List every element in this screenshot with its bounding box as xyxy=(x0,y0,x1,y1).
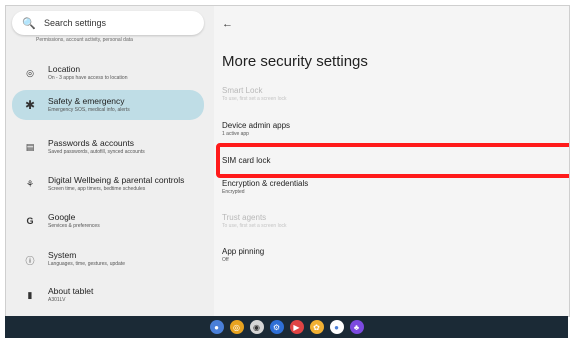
location-icon: ◎ xyxy=(26,68,34,78)
google-icon: G xyxy=(26,216,34,226)
sidebar-item-subtitle: Languages, time, gestures, update xyxy=(48,261,125,267)
play-store-icon[interactable]: ▶ xyxy=(289,320,304,334)
games-icon[interactable]: ♣ xyxy=(349,320,364,334)
setting-smart-lock[interactable]: Smart Lock To use, first set a screen lo… xyxy=(222,86,286,103)
setting-subtitle: To use, first set a screen lock xyxy=(222,223,287,229)
sidebar-item-title: Google xyxy=(48,212,76,222)
sidebar-item-title: Safety & emergency xyxy=(48,96,125,106)
highlight-box xyxy=(216,143,569,178)
sidebar-item-digital-wellbeing[interactable]: ⚘ Digital Wellbeing & parental controls … xyxy=(12,175,204,193)
sidebar-item-about-tablet[interactable]: ▮ About tablet A301LV xyxy=(12,286,204,304)
back-arrow-icon[interactable]: ← xyxy=(222,18,233,30)
sidebar-item-title: System xyxy=(48,250,77,260)
search-icon: 🔍 xyxy=(22,17,36,30)
setting-title: Encryption & credentials xyxy=(222,179,309,188)
setting-subtitle: 1 active app xyxy=(222,131,249,137)
setting-title: Device admin apps xyxy=(222,121,291,130)
search-placeholder: Search settings xyxy=(44,18,107,28)
chrome-icon[interactable]: ◎ xyxy=(229,320,244,334)
setting-trust-agents[interactable]: Trust agents To use, first set a screen … xyxy=(222,213,286,230)
sidebar-item-subtitle: Saved passwords, autofill, synced accoun… xyxy=(48,149,145,155)
page-title: More security settings xyxy=(222,53,368,70)
partial-item-subtitle: Permissions, account activity, personal … xyxy=(36,37,133,43)
setting-title: Trust agents xyxy=(222,213,267,222)
sidebar-item-title: Digital Wellbeing & parental controls xyxy=(48,175,185,185)
setting-title: Smart Lock xyxy=(222,86,263,95)
setting-title: App pinning xyxy=(222,247,265,256)
sidebar-item-title: Location xyxy=(48,64,81,74)
setting-subtitle: Encrypted xyxy=(222,189,245,195)
setting-subtitle: To use, first set a screen lock xyxy=(222,96,287,102)
sidebar-item-passwords-accounts[interactable]: ▤ Passwords & accounts Saved passwords, … xyxy=(12,138,204,156)
launcher-icon[interactable]: ● xyxy=(209,320,224,334)
taskbar: ● ◎ ◉ ⚙ ▶ ✿ ● ♣ xyxy=(5,316,568,338)
setting-app-pinning[interactable]: App pinning Off xyxy=(222,247,264,264)
wellbeing-icon: ⚘ xyxy=(25,179,35,189)
assistant-icon[interactable]: ● xyxy=(329,320,344,334)
main-panel: ← More security settings Smart Lock To u… xyxy=(214,6,569,316)
sidebar-item-google[interactable]: G Google Services & preferences xyxy=(12,212,204,230)
info-icon: ⓘ xyxy=(25,256,35,266)
sidebar-item-location[interactable]: ◎ Location On - 3 apps have access to lo… xyxy=(12,64,204,82)
sidebar-item-subtitle: Screen time, app timers, bedtime schedul… xyxy=(48,186,146,192)
sidebar-item-title: About tablet xyxy=(48,286,94,296)
setting-device-admin-apps[interactable]: Device admin apps 1 active app xyxy=(222,121,290,138)
sidebar-item-safety-emergency[interactable]: ✱ Safety & emergency Emergency SOS, medi… xyxy=(12,90,204,120)
sidebar: 🔍 Search settings Permissions, account a… xyxy=(6,6,214,316)
photos-icon[interactable]: ✿ xyxy=(309,320,324,334)
setting-encryption-credentials[interactable]: Encryption & credentials Encrypted xyxy=(222,179,308,196)
account-icon: ▤ xyxy=(25,142,35,152)
tablet-icon: ▮ xyxy=(27,290,33,300)
sidebar-item-subtitle: On - 3 apps have access to location xyxy=(48,75,128,81)
sidebar-item-title: Passwords & accounts xyxy=(48,138,134,148)
sidebar-item-subtitle: A301LV xyxy=(48,297,66,303)
asterisk-icon: ✱ xyxy=(24,98,36,112)
sidebar-item-subtitle: Services & preferences xyxy=(48,223,100,229)
settings-icon[interactable]: ⚙ xyxy=(269,320,284,334)
setting-subtitle: Off xyxy=(222,257,229,263)
sidebar-item-system[interactable]: ⓘ System Languages, time, gestures, upda… xyxy=(12,250,204,268)
settings-window: 🔍 Search settings Permissions, account a… xyxy=(5,5,570,317)
sidebar-item-subtitle: Emergency SOS, medical info, alerts xyxy=(48,107,130,113)
camera-icon[interactable]: ◉ xyxy=(249,320,264,334)
search-bar[interactable]: 🔍 Search settings xyxy=(12,11,204,35)
